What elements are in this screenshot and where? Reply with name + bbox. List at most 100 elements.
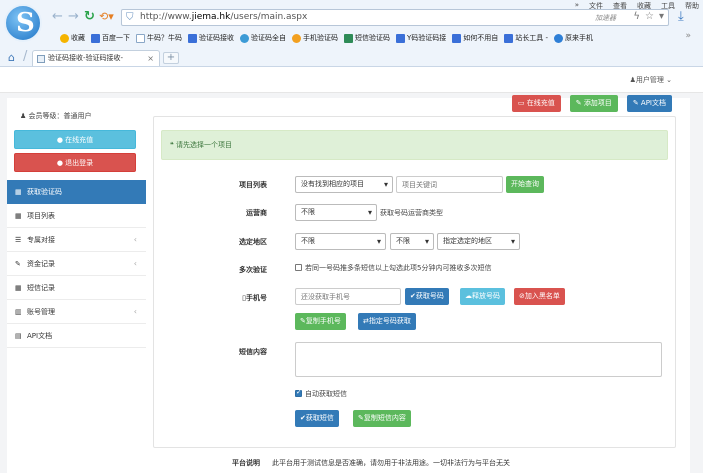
recharge-top-button[interactable]: ▭ 在线充值	[511, 95, 561, 112]
region-select[interactable]: 指定选定的地区	[437, 233, 520, 250]
baidu-icon	[91, 33, 100, 43]
project-select[interactable]: 没有找到相应的项目	[295, 176, 393, 193]
sidebar-item-get-code[interactable]: ▦ 获取验证码	[7, 180, 146, 204]
tab-row: ⌂ / 验证码接收-验证码接收- × +	[0, 47, 703, 67]
sidebar-item-api[interactable]: ▤ API文档	[7, 324, 146, 348]
site-icon	[396, 33, 405, 43]
cloud-icon: ☁	[465, 292, 472, 300]
page: ♟用户管理 ⌄ ♟ 会员等级：普通用户 ● 在线充值 ● 退出登录 ▦ 获取验证码…	[0, 68, 703, 473]
copy-phone-button[interactable]: ✎复制手机号	[295, 313, 346, 330]
auto-sms-checkbox[interactable]	[295, 388, 302, 397]
download-icon[interactable]: ⤓	[678, 9, 684, 24]
chevron-left-icon: ‹	[133, 307, 137, 316]
bookmark-item[interactable]: 百度一下	[91, 31, 130, 45]
site-icon	[344, 33, 353, 43]
chevron-left-icon: ‹	[133, 235, 137, 244]
close-icon[interactable]: ×	[147, 51, 154, 66]
bookmark-item[interactable]: 验证码全自	[240, 31, 286, 45]
assign-number-button[interactable]: ⇄指定号码获取	[358, 313, 416, 330]
address-bar[interactable]: ⛉ http://www.jiema.hk/users/main.aspx 加速…	[121, 9, 669, 26]
forward-icon[interactable]: →	[68, 10, 79, 24]
chevron-down-icon: ⌄	[666, 76, 672, 84]
get-number-button[interactable]: ✔获取号码	[405, 288, 449, 305]
site-icon	[452, 33, 462, 43]
project-label: 项目列表	[239, 181, 267, 189]
member-level: ♟ 会员等级：普通用户	[20, 112, 92, 120]
browser-chrome: S » 文件 查看 收藏 工具 帮助 ← → ↻ ⟲▾ ⛉ http://www…	[0, 0, 703, 67]
copy-sms-button[interactable]: ✎复制短信内容	[353, 410, 411, 427]
menu-help[interactable]: 帮助	[685, 1, 699, 11]
multi-verify-option[interactable]: 若同一号码推多条短信以上勾选此项5分钟内可推收多次短信	[295, 263, 491, 273]
region-label: 选定地区	[239, 238, 267, 246]
url-text[interactable]: http://www.jiema.hk/users/main.aspx	[140, 12, 307, 22]
api-doc-button[interactable]: ✎ API文档	[626, 95, 672, 112]
bookmark-item[interactable]: 站长工具 -	[504, 31, 548, 45]
undo-icon[interactable]: ⟲▾	[99, 10, 114, 24]
multi-verify-checkbox[interactable]	[295, 264, 302, 271]
dot-icon: ●	[56, 159, 63, 167]
window-icon: ▤	[15, 332, 22, 340]
recharge-button[interactable]: ● 在线充值	[14, 130, 136, 149]
bookmark-item[interactable]: 短信验证码	[344, 31, 390, 45]
platform-notice: 平台说明 此平台用于测试信息是否准确，请勿用于非法用途。一切非法行为与平台无关	[232, 458, 510, 468]
star-icon	[60, 33, 69, 43]
globe-icon	[240, 33, 249, 43]
bookmark-item[interactable]: 牛码？牛码	[136, 31, 182, 45]
chevron-down-icon[interactable]: ▾	[659, 11, 664, 22]
home-icon[interactable]: ⌂	[8, 51, 15, 64]
refresh-icon[interactable]: ↻	[84, 10, 95, 24]
chevron-left-icon: ‹	[133, 259, 137, 268]
site-icon	[554, 33, 564, 43]
release-number-button[interactable]: ☁释放号码	[460, 288, 505, 305]
logout-button[interactable]: ● 退出登录	[14, 153, 136, 172]
tab-active[interactable]: 验证码接收-验证码接收- ×	[32, 50, 160, 66]
star-icon[interactable]: ☆	[645, 11, 654, 22]
bookmarks-more-icon[interactable]: »	[685, 31, 691, 41]
accelerator-label[interactable]: 加速器	[595, 13, 616, 23]
lightning-icon[interactable]: ϟ	[633, 11, 640, 22]
browser-logo[interactable]: S	[4, 4, 42, 42]
grid-icon: ▦	[15, 188, 22, 196]
bookmarks-bar: 收藏 百度一下 牛码？牛码 验证码接收 验证码全自 手机验证码 短信验证码 Y码…	[60, 31, 599, 45]
city-select[interactable]: 不限	[390, 233, 434, 250]
province-select[interactable]: 不限	[295, 233, 386, 250]
edit-icon: ✎	[632, 99, 639, 107]
sidebar-item-account[interactable]: ▥ 账号管理 ‹	[7, 300, 146, 324]
add-project-button[interactable]: ✎ 添加项目	[569, 95, 618, 112]
page-icon	[37, 55, 45, 63]
sms-content-textarea[interactable]	[295, 342, 662, 377]
sidebar-item-sms-records[interactable]: ▦ 短信记录	[7, 276, 146, 300]
sidebar-item-dedicated[interactable]: ☰ 专属对接 ‹	[7, 228, 146, 252]
sidebar: ♟ 会员等级：普通用户 ● 在线充值 ● 退出登录 ▦ 获取验证码 ▦ 项目列表 ☰…	[7, 98, 146, 473]
phone-input[interactable]	[295, 288, 401, 305]
sms-content-label: 短信内容	[239, 348, 267, 356]
new-tab-button[interactable]: +	[163, 52, 179, 64]
site-icon	[188, 33, 197, 43]
main-content: ▭ 在线充值 ✎ 添加项目 ✎ API文档 ❝ 请先选择一个项目 项目列表 没有…	[146, 95, 690, 473]
platform-text: 此平台用于测试信息是否准确，请勿用于非法用途。一切非法行为与平台无关	[272, 459, 510, 467]
get-sms-button[interactable]: ✔获取短信	[295, 410, 339, 427]
keyword-input[interactable]	[396, 176, 503, 193]
blacklist-button[interactable]: ⊘加入黑名单	[514, 288, 565, 305]
bookmark-item[interactable]: 收藏	[60, 31, 85, 45]
carrier-select[interactable]: 不限	[295, 204, 377, 221]
select-project-alert: ❝ 请先选择一个项目	[161, 130, 668, 160]
grid-icon: ▦	[15, 284, 22, 292]
site-icon	[504, 33, 514, 43]
search-button[interactable]: 开始查询	[506, 176, 544, 193]
toolbar: ▭ 在线充值 ✎ 添加项目 ✎ API文档	[511, 95, 672, 112]
bookmark-item[interactable]: 验证码接收	[188, 31, 234, 45]
card-icon: ▭	[517, 99, 525, 107]
grid-icon: ▦	[15, 212, 22, 220]
bookmark-item[interactable]: 原来手机	[554, 31, 593, 45]
carrier-label: 运营商	[246, 209, 267, 217]
sidebar-item-projects[interactable]: ▦ 项目列表	[7, 204, 146, 228]
user-menu[interactable]: ♟用户管理 ⌄	[630, 75, 672, 85]
bookmark-item[interactable]: 手机验证码	[292, 31, 338, 45]
auto-sms-option[interactable]: 自动获取短信	[295, 388, 347, 399]
multi-verify-label: 多次验证	[239, 266, 267, 274]
bookmark-item[interactable]: 如何不用自	[452, 31, 498, 45]
back-icon[interactable]: ←	[52, 10, 63, 24]
sidebar-item-funds[interactable]: ✎ 资金记录 ‹	[7, 252, 146, 276]
bookmark-item[interactable]: Y码验证码接	[396, 31, 446, 45]
